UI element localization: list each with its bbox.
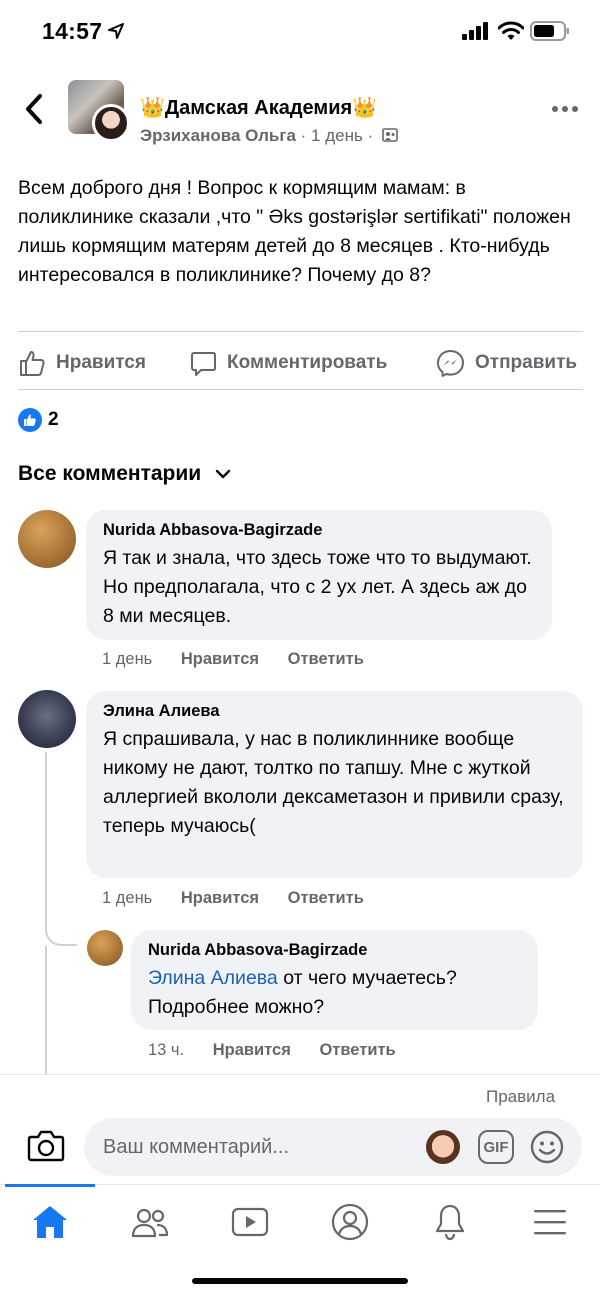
friends-icon (131, 1208, 169, 1238)
like-button[interactable]: Нравится (18, 346, 146, 380)
post-meta: Эрзиханова Ольга · 1 день · (140, 126, 398, 146)
wifi-icon (498, 21, 524, 40)
reaction-summary[interactable]: 2 (18, 408, 59, 432)
status-bar: 14:57 (0, 0, 600, 66)
commenter-avatar[interactable] (18, 690, 76, 748)
comment-text: Элина Алиева от чего мучаетесь? Подробне… (148, 964, 522, 1022)
avatar-sticker-icon[interactable] (426, 1130, 460, 1164)
share-label: Отправить (475, 352, 578, 373)
comment-reply-button[interactable]: Ответить (288, 650, 364, 668)
commenter-name[interactable]: Nurida Abbasova-Bagirzade (103, 521, 536, 540)
reply-avatar[interactable] (87, 930, 123, 966)
comment-like-button[interactable]: Нравится (181, 650, 259, 668)
notifications-icon (435, 1204, 465, 1241)
comment-reply-button[interactable]: Ответить (288, 889, 364, 907)
thumbs-up-icon (20, 351, 45, 376)
divider (0, 1074, 600, 1075)
tab-home[interactable] (30, 1202, 70, 1242)
rules-link[interactable]: Правила (486, 1087, 555, 1107)
comment-time[interactable]: 13 ч. (148, 1041, 184, 1059)
commenter-avatar[interactable] (18, 510, 76, 568)
comment-button[interactable]: Комментировать (190, 346, 387, 380)
tab-profile[interactable] (330, 1202, 370, 1242)
bottom-tab-bar (0, 1184, 600, 1264)
mention-link[interactable]: Элина Алиева (148, 967, 278, 989)
tab-menu[interactable] (530, 1202, 570, 1242)
comment-like-button[interactable]: Нравится (213, 1041, 291, 1059)
back-arrow-icon[interactable] (20, 92, 50, 126)
commenter-name[interactable]: Элина Алиева (103, 702, 567, 721)
comment-label: Комментировать (227, 352, 388, 373)
reaction-count: 2 (48, 409, 59, 430)
tab-friends[interactable] (130, 1202, 170, 1242)
comment-text: Я так и знала, что здесь тоже что то выд… (103, 547, 532, 627)
status-time: 14:57 (42, 18, 103, 44)
commenter-name[interactable]: Nurida Abbasova-Bagirzade (148, 941, 522, 960)
location-arrow-icon (108, 23, 124, 39)
reply-bubble: Nurida Abbasova-Bagirzade Элина Алиева о… (131, 930, 538, 1030)
tab-watch[interactable] (230, 1202, 270, 1242)
chevron-down-icon (215, 469, 231, 479)
post-time[interactable]: 1 день (311, 126, 363, 145)
cellular-signal-icon (462, 22, 488, 40)
comment-time[interactable]: 1 день (102, 650, 152, 668)
home-icon (33, 1206, 67, 1238)
divider (18, 331, 583, 332)
like-label: Нравится (56, 352, 146, 373)
battery-icon (530, 21, 569, 41)
like-reaction-icon (18, 408, 42, 432)
comment-actions: 1 день Нравится Ответить (102, 650, 388, 669)
profile-icon (331, 1203, 369, 1241)
post-text: Всем доброго дня ! Вопрос к кормящим мам… (18, 177, 571, 286)
group-privacy-icon (382, 128, 398, 142)
share-button[interactable]: Отправить (436, 346, 577, 380)
thread-line (45, 752, 47, 922)
comment-like-button[interactable]: Нравится (181, 889, 259, 907)
thread-line (45, 946, 47, 1074)
meta-separator: · (300, 126, 307, 145)
watch-icon (231, 1207, 269, 1237)
comment-actions: 1 день Нравится Ответить (102, 889, 388, 908)
messenger-icon (437, 349, 464, 377)
camera-icon[interactable] (26, 1128, 66, 1164)
post-author[interactable]: Эрзиханова Ольга (140, 126, 296, 145)
group-name[interactable]: 👑Дамская Академия👑 (140, 95, 377, 120)
active-tab-indicator (5, 1184, 95, 1187)
emoji-icon[interactable] (530, 1130, 564, 1164)
divider (18, 389, 583, 390)
home-indicator (192, 1278, 408, 1284)
menu-icon (534, 1210, 566, 1235)
tab-notifications[interactable] (430, 1202, 470, 1242)
more-options-icon[interactable] (551, 100, 579, 118)
gif-button[interactable]: GIF (478, 1130, 514, 1164)
comment-reply-button[interactable]: Ответить (319, 1041, 395, 1059)
comment-bubble: Элина Алиева Я спрашивала, у нас в полик… (86, 691, 583, 878)
thread-connector (45, 920, 77, 946)
comments-filter-label: Все комментарии (18, 462, 202, 485)
comment-text: Я спрашивала, у нас в поликлиннике вообщ… (103, 728, 564, 837)
comment-time[interactable]: 1 день (102, 889, 152, 907)
comment-bubble: Nurida Abbasova-Bagirzade Я так и знала,… (86, 510, 552, 640)
comments-filter[interactable]: Все комментарии (18, 462, 231, 486)
author-avatar[interactable] (92, 104, 130, 142)
comment-actions: 13 ч. Нравится Ответить (148, 1041, 420, 1060)
meta-separator: · (367, 126, 374, 145)
comment-icon (191, 351, 216, 376)
